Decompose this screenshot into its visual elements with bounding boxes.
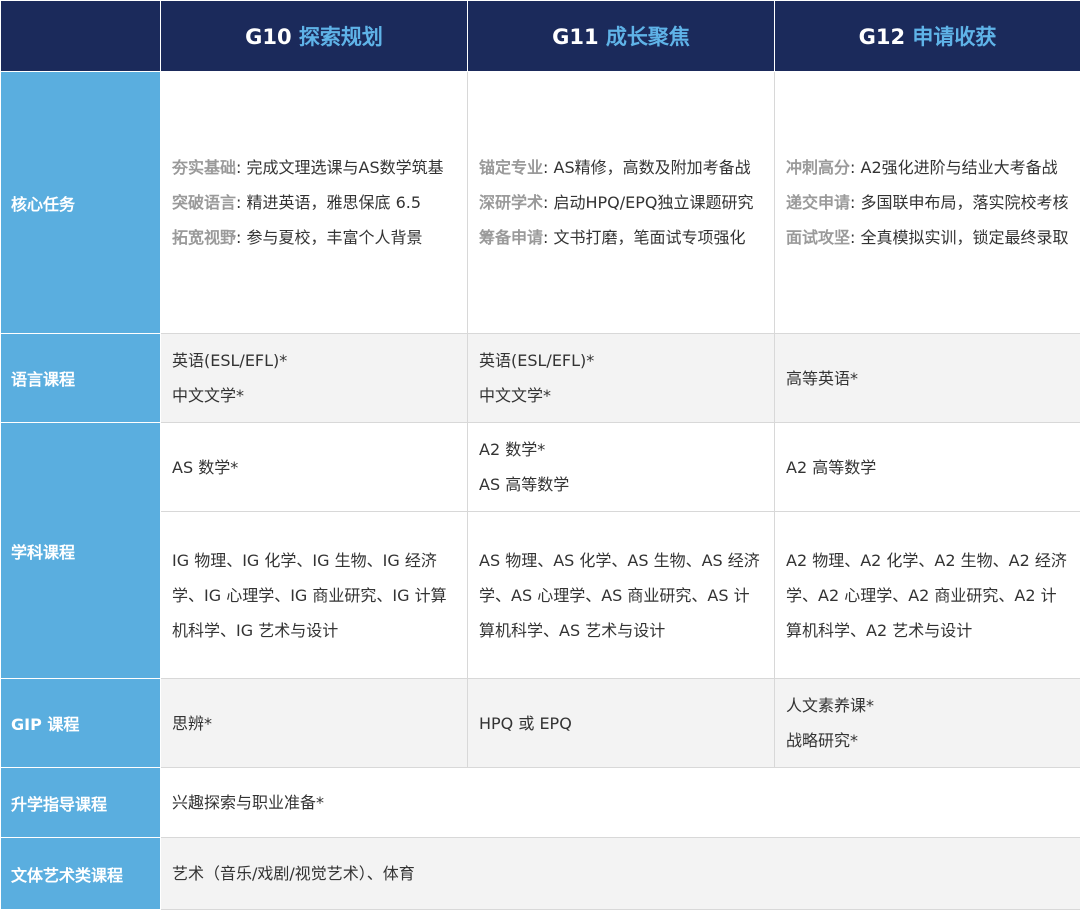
language-cell-g12: 高等英语*	[774, 333, 1080, 423]
row-label-gip: GIP 课程	[0, 678, 161, 768]
math-cell-g11: A2 数学* AS 高等数学	[467, 422, 775, 512]
course-item: 英语(ESL/EFL)*	[479, 351, 595, 370]
core-task-separator: :	[850, 228, 861, 247]
course-item: A2 数学*	[479, 440, 546, 459]
core-task-text: 启动HPQ/EPQ独立课题研究	[553, 193, 754, 212]
electives-cell-g12: A2 物理、A2 化学、A2 生物、A2 经济学、A2 心理学、A2 商业研究、…	[774, 511, 1080, 679]
row-language: 语言课程 英语(ESL/EFL)* 中文文学* 英语(ESL/EFL)* 中文文…	[0, 333, 1080, 423]
core-task-keyword: 面试攻坚	[786, 228, 851, 247]
core-task-keyword: 筹备申请	[479, 228, 544, 247]
core-task-keyword: 拓宽视野	[172, 228, 237, 247]
header-g12: G12 申请收获	[774, 0, 1080, 72]
core-task-item: 冲刺高分: A2强化进阶与结业大考备战	[786, 150, 1070, 185]
course-item: HPQ 或 EPQ	[479, 713, 572, 733]
core-task-separator: :	[543, 158, 554, 177]
core-task-text: 文书打磨，笔面试专项强化	[553, 228, 746, 247]
core-task-item: 拓宽视野: 参与夏校，丰富个人背景	[172, 220, 457, 255]
core-task-text: 精进英语，雅思保底 6.5	[246, 193, 422, 212]
core-cell-g10: 夯实基础: 完成文理选课与AS数学筑基 突破语言: 精进英语，雅思保底 6.5 拓宽…	[160, 71, 468, 334]
course-item: A2 高等数学	[786, 457, 877, 477]
core-task-separator: :	[543, 193, 554, 212]
gip-cell-g10: 思辨*	[160, 678, 468, 768]
phase-title: 探索规划	[298, 25, 383, 49]
row-label-language: 语言课程	[0, 333, 161, 423]
core-task-item: 突破语言: 精进英语，雅思保底 6.5	[172, 185, 457, 220]
core-task-separator: :	[236, 228, 247, 247]
course-item: 英语(ESL/EFL)*	[172, 351, 288, 370]
core-task-keyword: 夯实基础	[172, 158, 237, 177]
row-core-tasks: 核心任务 夯实基础: 完成文理选课与AS数学筑基 突破语言: 精进英语，雅思保底 …	[0, 71, 1080, 334]
header-g10: G10 探索规划	[160, 0, 468, 72]
core-task-keyword: 锚定专业	[479, 158, 544, 177]
core-task-text: 多国联申布局，落实院校考核	[860, 193, 1069, 212]
course-item: 思辨*	[172, 713, 213, 733]
header-g11: G11 成长聚焦	[467, 0, 775, 72]
math-cell-g12: A2 高等数学	[774, 422, 1080, 512]
course-item: 高等英语*	[786, 368, 859, 388]
core-task-item: 锚定专业: AS精修，高数及附加考备战	[479, 150, 764, 185]
core-task-item: 夯实基础: 完成文理选课与AS数学筑基	[172, 150, 457, 185]
row-label-arts: 文体艺术类课程	[0, 837, 161, 910]
core-task-keyword: 深研学术	[479, 193, 544, 212]
electives-cell-g11: AS 物理、AS 化学、AS 生物、AS 经济学、AS 心理学、AS 商业研究、…	[467, 511, 775, 679]
grade-label: G12	[858, 25, 906, 49]
core-task-keyword: 冲刺高分	[786, 158, 851, 177]
core-task-text: A2强化进阶与结业大考备战	[860, 158, 1058, 177]
row-guidance: 升学指导课程 兴趣探索与职业准备*	[0, 767, 1080, 838]
core-task-text: 参与夏校，丰富个人背景	[246, 228, 423, 247]
core-task-text: AS精修，高数及附加考备战	[553, 158, 751, 177]
curriculum-table: G10 探索规划 G11 成长聚焦 G12 申请收获 核心任务 夯实基础: 完成…	[0, 0, 1080, 910]
course-item: 人文素养课*	[786, 696, 875, 715]
core-task-separator: :	[236, 193, 247, 212]
course-item: 战略研究*	[786, 731, 859, 750]
row-arts: 文体艺术类课程 艺术（音乐/戏剧/视觉艺术）、体育	[0, 837, 1080, 910]
core-task-item: 面试攻坚: 全真模拟实训，锁定最终录取	[786, 220, 1070, 255]
core-task-separator: :	[850, 158, 861, 177]
grade-label: G10	[245, 25, 292, 49]
core-task-text: 全真模拟实训，锁定最终录取	[860, 228, 1069, 247]
row-label-subject: 学科课程	[0, 422, 161, 679]
course-item: 中文文学*	[479, 386, 552, 405]
language-cell-g11: 英语(ESL/EFL)* 中文文学*	[467, 333, 775, 423]
phase-title: 成长聚焦	[605, 25, 690, 49]
gip-cell-g12: 人文素养课* 战略研究*	[774, 678, 1080, 768]
core-task-separator: :	[543, 228, 554, 247]
course-item: AS 数学*	[172, 457, 239, 477]
core-cell-g12: 冲刺高分: A2强化进阶与结业大考备战 递交申请: 多国联申布局，落实院校考核 面试…	[774, 71, 1080, 334]
row-subject-electives: IG 物理、IG 化学、IG 生物、IG 经济学、IG 心理学、IG 商业研究、…	[1, 511, 1080, 679]
course-item: 中文文学*	[172, 386, 245, 405]
core-task-separator: :	[850, 193, 861, 212]
math-cell-g10: AS 数学*	[160, 422, 468, 512]
guidance-cell: 兴趣探索与职业准备*	[160, 767, 1080, 838]
core-task-text: 完成文理选课与AS数学筑基	[246, 158, 444, 177]
core-cell-g11: 锚定专业: AS精修，高数及附加考备战 深研学术: 启动HPQ/EPQ独立课题研究…	[467, 71, 775, 334]
row-label-guidance: 升学指导课程	[0, 767, 161, 838]
row-subject-math: 学科课程 AS 数学* A2 数学* AS 高等数学 A2 高等数学	[0, 422, 1080, 679]
core-task-keyword: 突破语言	[172, 193, 237, 212]
corner-cell	[0, 0, 161, 72]
core-task-item: 深研学术: 启动HPQ/EPQ独立课题研究	[479, 185, 764, 220]
language-cell-g10: 英语(ESL/EFL)* 中文文学*	[160, 333, 468, 423]
arts-cell: 艺术（音乐/戏剧/视觉艺术）、体育	[160, 837, 1080, 910]
course-item: AS 高等数学	[479, 475, 570, 494]
grade-label: G11	[552, 25, 599, 49]
core-task-item: 递交申请: 多国联申布局，落实院校考核	[786, 185, 1070, 220]
electives-cell-g10: IG 物理、IG 化学、IG 生物、IG 经济学、IG 心理学、IG 商业研究、…	[160, 511, 468, 679]
header-row: G10 探索规划 G11 成长聚焦 G12 申请收获	[0, 0, 1080, 72]
core-task-separator: :	[236, 158, 247, 177]
core-task-item: 筹备申请: 文书打磨，笔面试专项强化	[479, 220, 764, 255]
row-label-core: 核心任务	[0, 71, 161, 334]
phase-title: 申请收获	[912, 25, 997, 49]
gip-cell-g11: HPQ 或 EPQ	[467, 678, 775, 768]
row-gip: GIP 课程 思辨* HPQ 或 EPQ 人文素养课* 战略研究*	[0, 678, 1080, 768]
core-task-keyword: 递交申请	[786, 193, 851, 212]
